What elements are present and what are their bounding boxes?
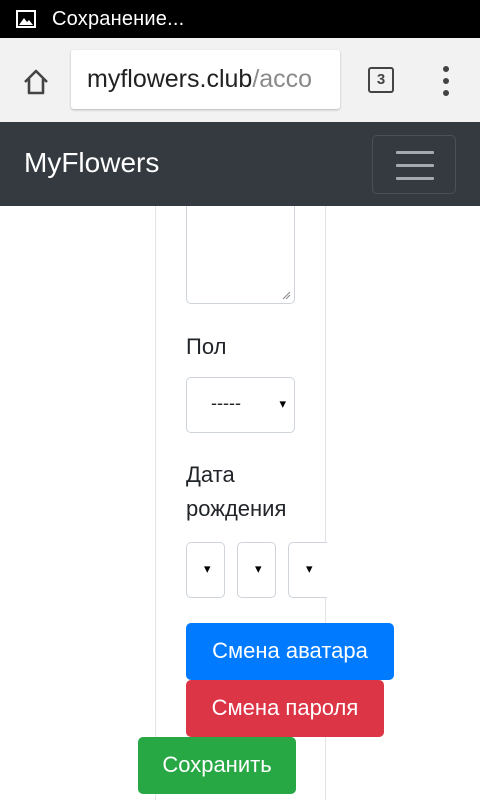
chevron-down-icon: ▾ — [306, 561, 313, 576]
image-icon — [16, 10, 36, 28]
brand-logo[interactable]: MyFlowers — [24, 147, 159, 179]
gender-select-value: ----- — [211, 393, 241, 413]
page-content: Пол ----- ▾ Дата рождения ▾ ▾ ▾ Смена ав… — [0, 206, 480, 800]
hamburger-icon — [396, 151, 434, 154]
birth-day-select[interactable]: ▾ — [186, 542, 225, 598]
status-bar: Сохранение... — [0, 0, 480, 38]
url-bar[interactable]: myflowers.club/acco — [71, 50, 340, 109]
url-domain: myflowers.club — [87, 65, 253, 93]
resize-grip-icon[interactable] — [281, 290, 291, 300]
change-password-button[interactable]: Смена пароля — [186, 680, 384, 737]
home-button[interactable] — [14, 62, 58, 102]
navbar-toggler-button[interactable] — [372, 135, 456, 194]
save-button[interactable]: Сохранить — [138, 737, 296, 794]
birth-month-select[interactable]: ▾ — [237, 542, 276, 598]
change-avatar-button[interactable]: Смена аватара — [186, 623, 394, 680]
column-border — [155, 206, 156, 800]
gender-label: Пол — [186, 334, 227, 359]
birthdate-label: Дата рождения — [186, 462, 287, 521]
more-vert-icon[interactable] — [434, 64, 458, 98]
site-navbar: MyFlowers — [0, 122, 480, 206]
chevron-down-icon: ▾ — [279, 396, 286, 411]
gender-select[interactable]: ----- ▾ — [186, 377, 295, 433]
tab-switcher-button[interactable]: 3 — [368, 67, 394, 93]
url-path: /acco — [252, 65, 313, 93]
birth-year-select[interactable]: ▾ — [288, 542, 327, 598]
chevron-down-icon: ▾ — [204, 561, 211, 576]
browser-toolbar: myflowers.club/acco 3 — [0, 38, 480, 122]
chevron-down-icon: ▾ — [255, 561, 262, 576]
hamburger-line — [396, 164, 434, 167]
home-icon — [24, 69, 48, 95]
status-text: Сохранение... — [52, 8, 185, 30]
hamburger-line — [396, 177, 434, 180]
about-textarea[interactable] — [186, 206, 295, 304]
